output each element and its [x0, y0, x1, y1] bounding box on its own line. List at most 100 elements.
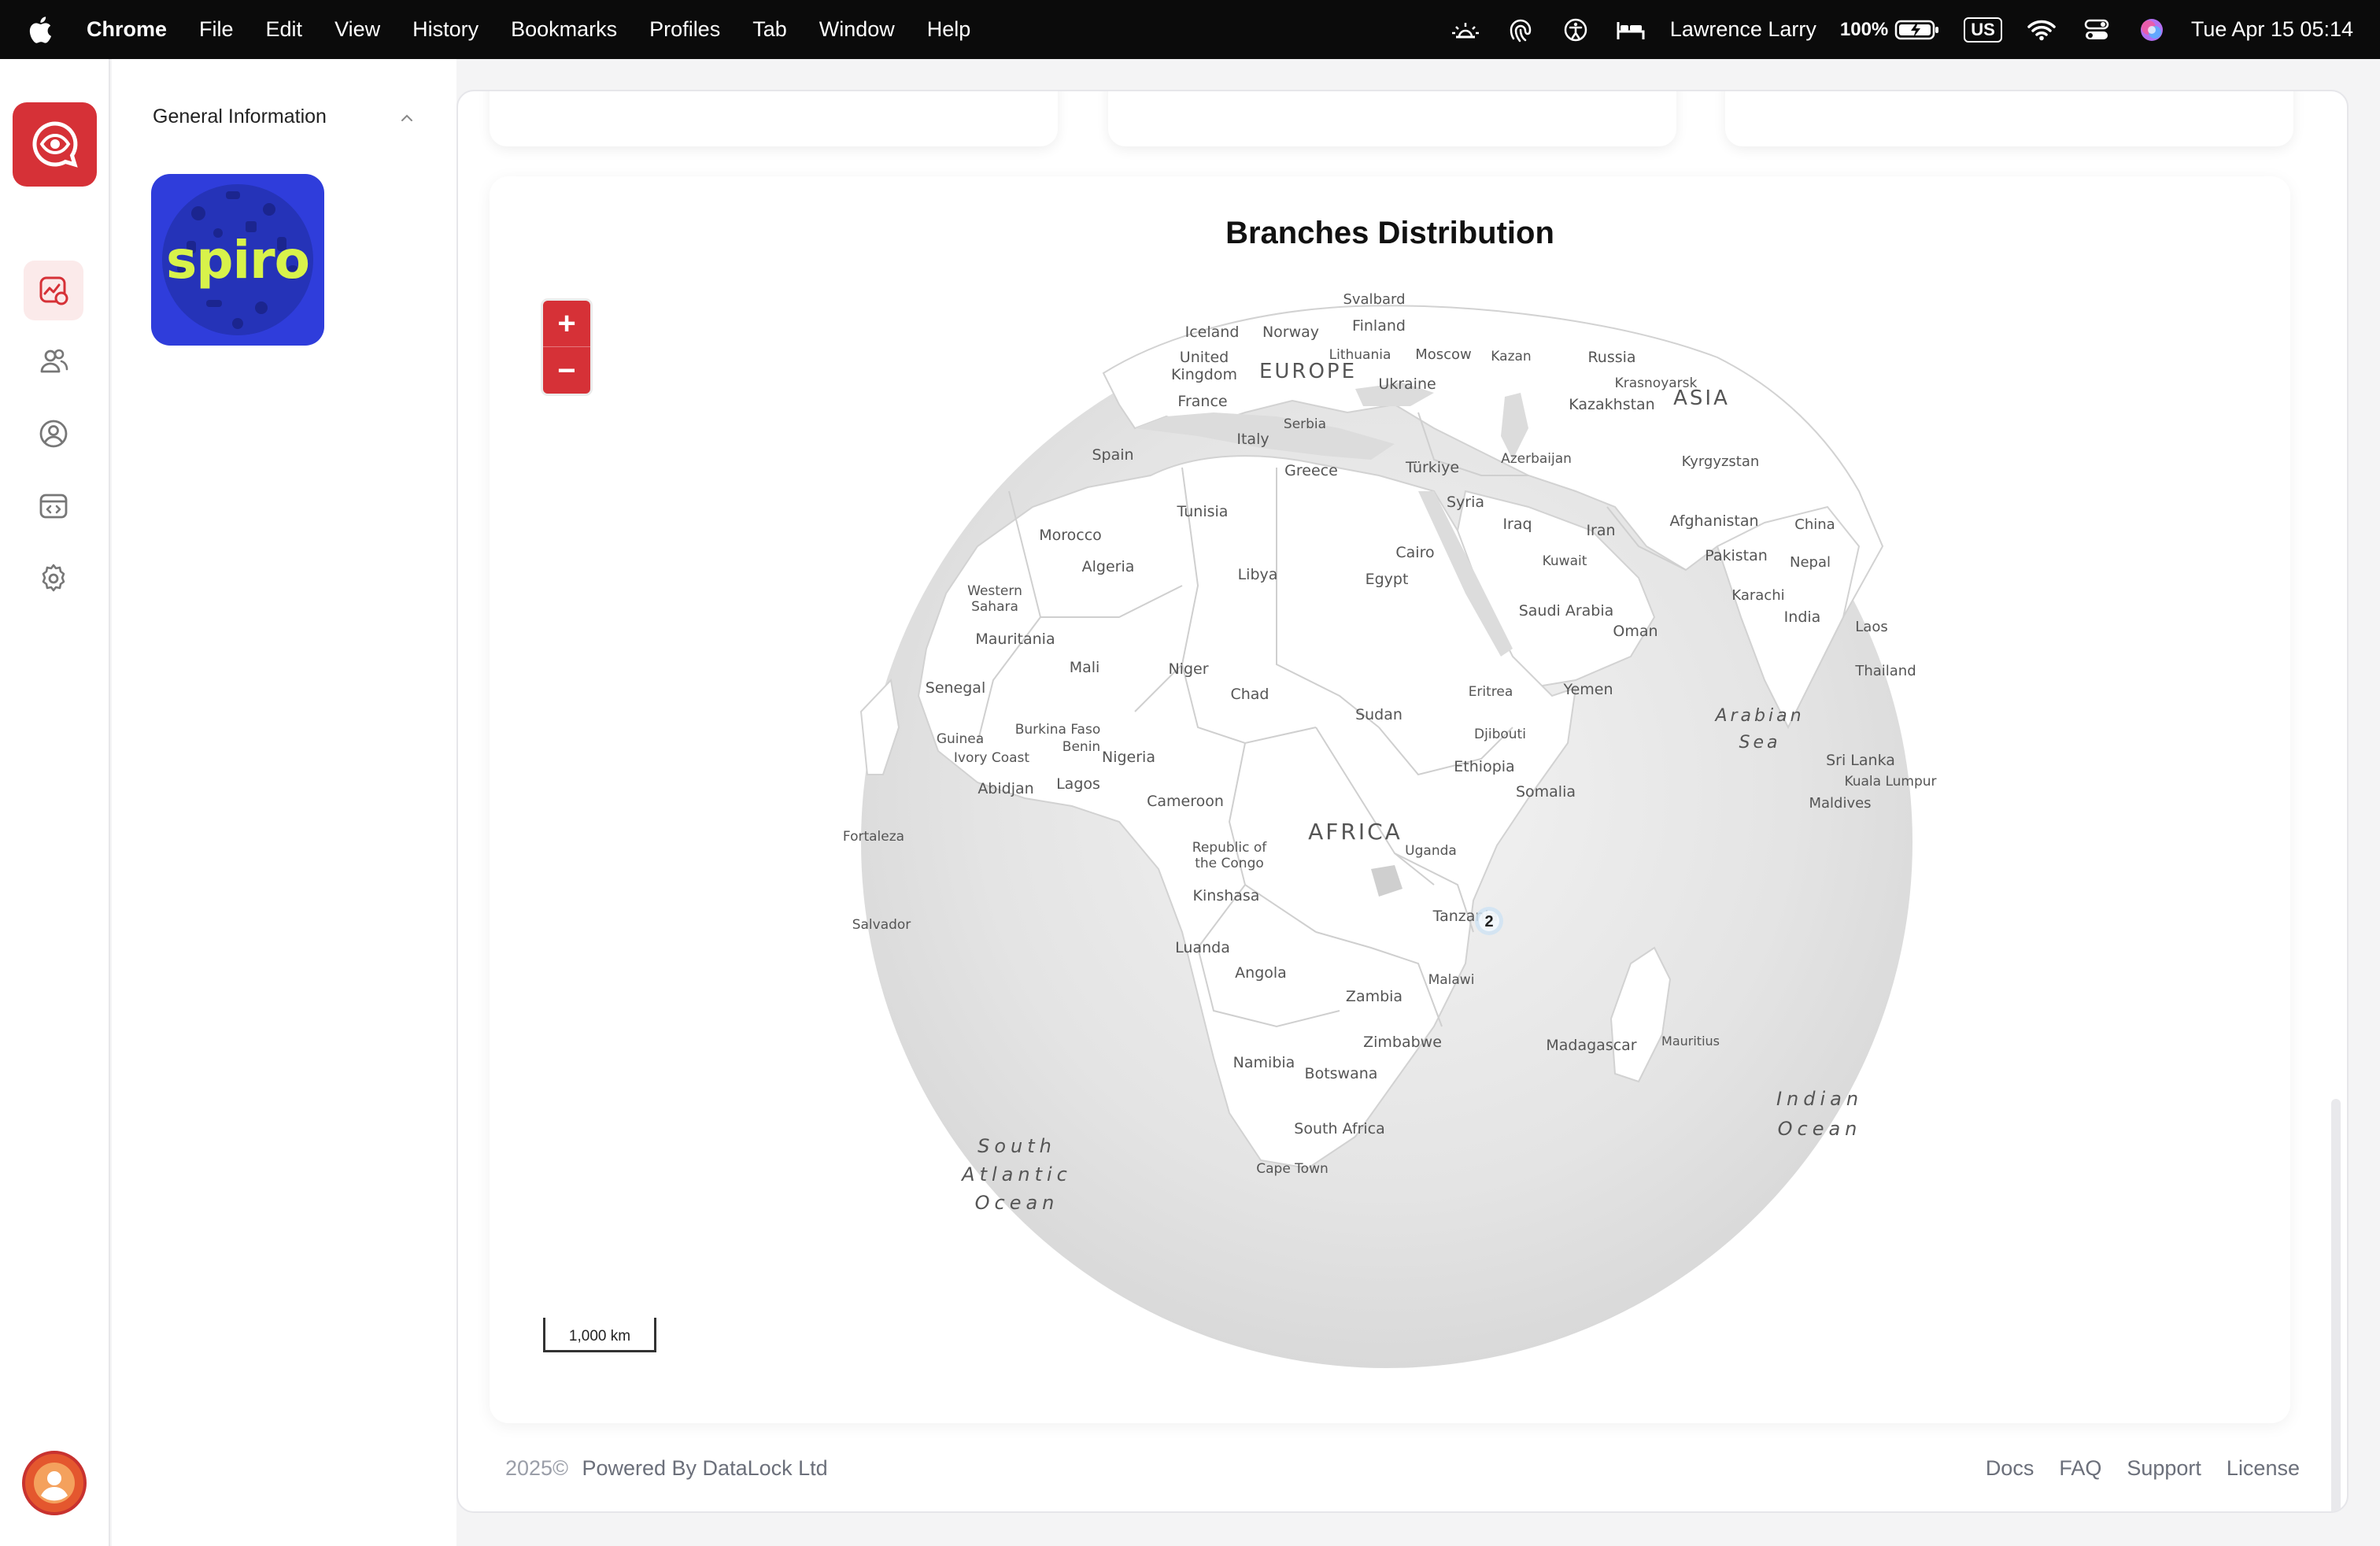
place-label: Ethiopia [1454, 758, 1514, 775]
ocean-south-1: South [978, 1135, 1056, 1157]
menu-bookmarks[interactable]: Bookmarks [511, 17, 617, 42]
nav-code-window[interactable] [24, 476, 83, 536]
menu-app-name[interactable]: Chrome [87, 17, 167, 42]
section-title-general-information[interactable]: General Information [153, 105, 327, 128]
brand-wordmark: spiro [165, 229, 310, 290]
place-label: Maldives [1809, 795, 1871, 812]
region-africa: AFRICA [1308, 819, 1402, 845]
place-label: Sri Lanka [1826, 752, 1895, 769]
map-scale-bar: 1,000 km [543, 1318, 656, 1352]
app-logo[interactable] [13, 102, 97, 187]
place-label: Namibia [1233, 1054, 1295, 1071]
place-label: Pakistan [1705, 547, 1768, 564]
menu-window[interactable]: Window [819, 17, 895, 42]
place-label: Zambia [1346, 988, 1402, 1005]
place-label: Azerbaijan [1501, 451, 1572, 467]
control-center-icon[interactable] [2081, 14, 2112, 46]
fingerprint-icon[interactable] [1505, 14, 1536, 46]
menu-help[interactable]: Help [927, 17, 971, 42]
profile-icon [39, 420, 68, 448]
menu-tab[interactable]: Tab [752, 17, 787, 42]
chevron-up-icon[interactable] [398, 109, 416, 127]
place-label: France [1177, 393, 1227, 410]
menu-view[interactable]: View [334, 17, 380, 42]
place-label: Finland [1352, 317, 1406, 335]
code-window-icon [39, 494, 68, 519]
footer-link-docs[interactable]: Docs [1986, 1456, 2034, 1481]
user-avatar-icon [34, 1463, 75, 1503]
stat-card-1 [490, 91, 1058, 146]
place-label: Senegal [926, 679, 985, 697]
zoom-control: + − [543, 301, 590, 394]
dashboard-icon [39, 276, 68, 305]
place-label: Ukraine [1378, 375, 1436, 393]
region-europe: EUROPE [1259, 360, 1357, 383]
footer-link-license[interactable]: License [2227, 1456, 2300, 1481]
place-label: Sudan [1355, 706, 1402, 723]
input-source-indicator[interactable]: US [1964, 17, 2002, 43]
place-label: Chad [1230, 686, 1269, 703]
nav-profile[interactable] [24, 404, 83, 464]
menu-history[interactable]: History [412, 17, 479, 42]
battery-status[interactable]: 100% [1840, 19, 1940, 41]
place-label: India [1784, 608, 1821, 626]
place-label: Fortaleza [843, 829, 904, 845]
place-label: Saudi Arabia [1519, 602, 1614, 620]
apple-logo-icon[interactable] [28, 14, 55, 46]
sleep-bed-icon[interactable] [1615, 14, 1646, 46]
menu-file[interactable]: File [199, 17, 234, 42]
place-label: the Congo [1195, 856, 1264, 871]
eye-chat-logo-icon [31, 120, 78, 168]
place-label: Sahara [971, 599, 1018, 615]
place-label: Italy [1236, 431, 1269, 448]
place-label: Greece [1284, 462, 1338, 479]
place-label: Tunisia [1177, 503, 1229, 520]
place-label: Eritrea [1469, 684, 1513, 700]
place-label: Morocco [1039, 527, 1102, 544]
place-label: Kinshasa [1193, 887, 1260, 904]
ocean-south-2: Atlantic [960, 1163, 1072, 1185]
place-label: Kyrgyzstan [1682, 453, 1760, 470]
place-label: Oman [1613, 623, 1658, 640]
vertical-scrollbar[interactable] [2331, 1099, 2341, 1511]
scale-label: 1,000 km [568, 1328, 631, 1344]
branch-cluster-marker[interactable]: 2 [1475, 907, 1503, 935]
world-globe-map[interactable]: EUROPE ASIA AFRICA South Atlantic Ocean … [490, 176, 2290, 1423]
menu-edit[interactable]: Edit [266, 17, 303, 42]
place-label: Angola [1235, 964, 1287, 982]
sea-arabian-2: Sea [1739, 733, 1781, 753]
accessibility-icon[interactable] [1560, 14, 1591, 46]
nav-users[interactable] [24, 331, 83, 391]
battery-charging-icon [1895, 20, 1939, 39]
place-label: Nigeria [1102, 749, 1155, 766]
brand-logo-tile[interactable]: spiro [151, 174, 324, 346]
place-label: Krasnoyarsk [1615, 375, 1698, 391]
footer-link-support[interactable]: Support [2127, 1456, 2201, 1481]
wifi-icon[interactable] [2026, 14, 2057, 46]
footer-link-faq[interactable]: FAQ [2059, 1456, 2101, 1481]
cluster-count: 2 [1484, 913, 1493, 930]
place-label: Niger [1168, 660, 1208, 678]
main-content-panel: EUROPE ASIA AFRICA South Atlantic Ocean … [456, 90, 2349, 1513]
place-label: United [1180, 349, 1229, 366]
place-label: Kuala Lumpur [1844, 774, 1936, 790]
nav-settings[interactable] [24, 549, 83, 608]
zoom-out-button[interactable]: − [543, 347, 590, 394]
place-label: South Africa [1294, 1120, 1384, 1137]
menu-profiles[interactable]: Profiles [649, 17, 720, 42]
place-label: Spain [1092, 446, 1133, 464]
zoom-in-button[interactable]: + [543, 301, 590, 347]
place-label: Madagascar [1546, 1037, 1636, 1054]
menu-clock[interactable]: Tue Apr 15 05:14 [2191, 17, 2353, 42]
siri-icon[interactable] [2136, 14, 2168, 46]
brightness-icon[interactable] [1450, 14, 1481, 46]
place-label: Algeria [1082, 558, 1135, 575]
icon-sidebar [0, 59, 110, 1546]
nav-dashboard[interactable] [24, 261, 83, 320]
place-label: Kuwait [1543, 553, 1587, 569]
user-avatar[interactable] [22, 1451, 87, 1515]
place-label: Türkiye [1405, 459, 1459, 476]
ocean-indian-1: Indian [1776, 1088, 1863, 1110]
user-name[interactable]: Lawrence Larry [1670, 17, 1816, 42]
footer-powered-by: Powered By DataLock Ltd [582, 1456, 828, 1480]
